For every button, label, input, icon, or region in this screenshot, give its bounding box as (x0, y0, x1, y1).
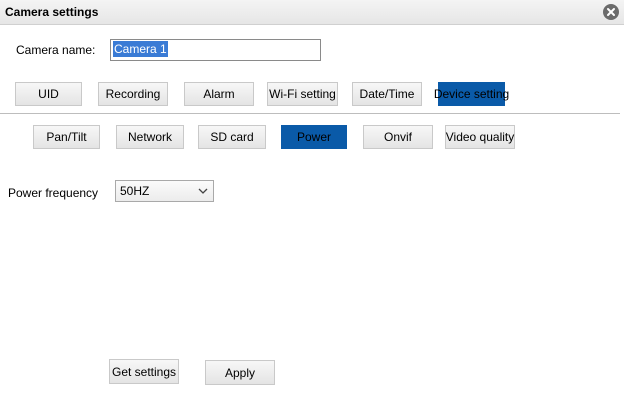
tab-wifi-setting[interactable]: Wi-Fi setting (267, 82, 338, 106)
divider (0, 113, 620, 114)
window-title: Camera settings (5, 5, 99, 19)
tab-video-quality[interactable]: Video quality (445, 125, 515, 149)
tab-sd-card[interactable]: SD card (198, 125, 266, 149)
close-button[interactable] (603, 4, 619, 20)
camera-name-label: Camera name: (16, 43, 96, 57)
close-icon (607, 8, 615, 16)
tab-date-time[interactable]: Date/Time (352, 82, 422, 106)
tab-uid[interactable]: UID (15, 82, 82, 106)
apply-button[interactable]: Apply (205, 360, 275, 385)
title-bar: Camera settings (0, 0, 624, 25)
camera-name-input[interactable]: Camera 1 (110, 39, 321, 61)
tab-network[interactable]: Network (116, 125, 184, 149)
chevron-down-icon (198, 188, 208, 194)
power-frequency-select[interactable]: 50HZ (115, 180, 214, 202)
camera-name-value: Camera 1 (113, 41, 168, 57)
power-frequency-label: Power frequency (8, 186, 99, 200)
power-frequency-value: 50HZ (120, 184, 150, 198)
tab-alarm[interactable]: Alarm (184, 82, 254, 106)
get-settings-button[interactable]: Get settings (109, 359, 179, 384)
tab-onvif[interactable]: Onvif (363, 125, 433, 149)
tab-device-setting[interactable]: Device setting (434, 82, 509, 106)
tab-pan-tilt[interactable]: Pan/Tilt (33, 125, 100, 149)
tab-power[interactable]: Power (281, 125, 347, 149)
tab-recording[interactable]: Recording (98, 82, 168, 106)
